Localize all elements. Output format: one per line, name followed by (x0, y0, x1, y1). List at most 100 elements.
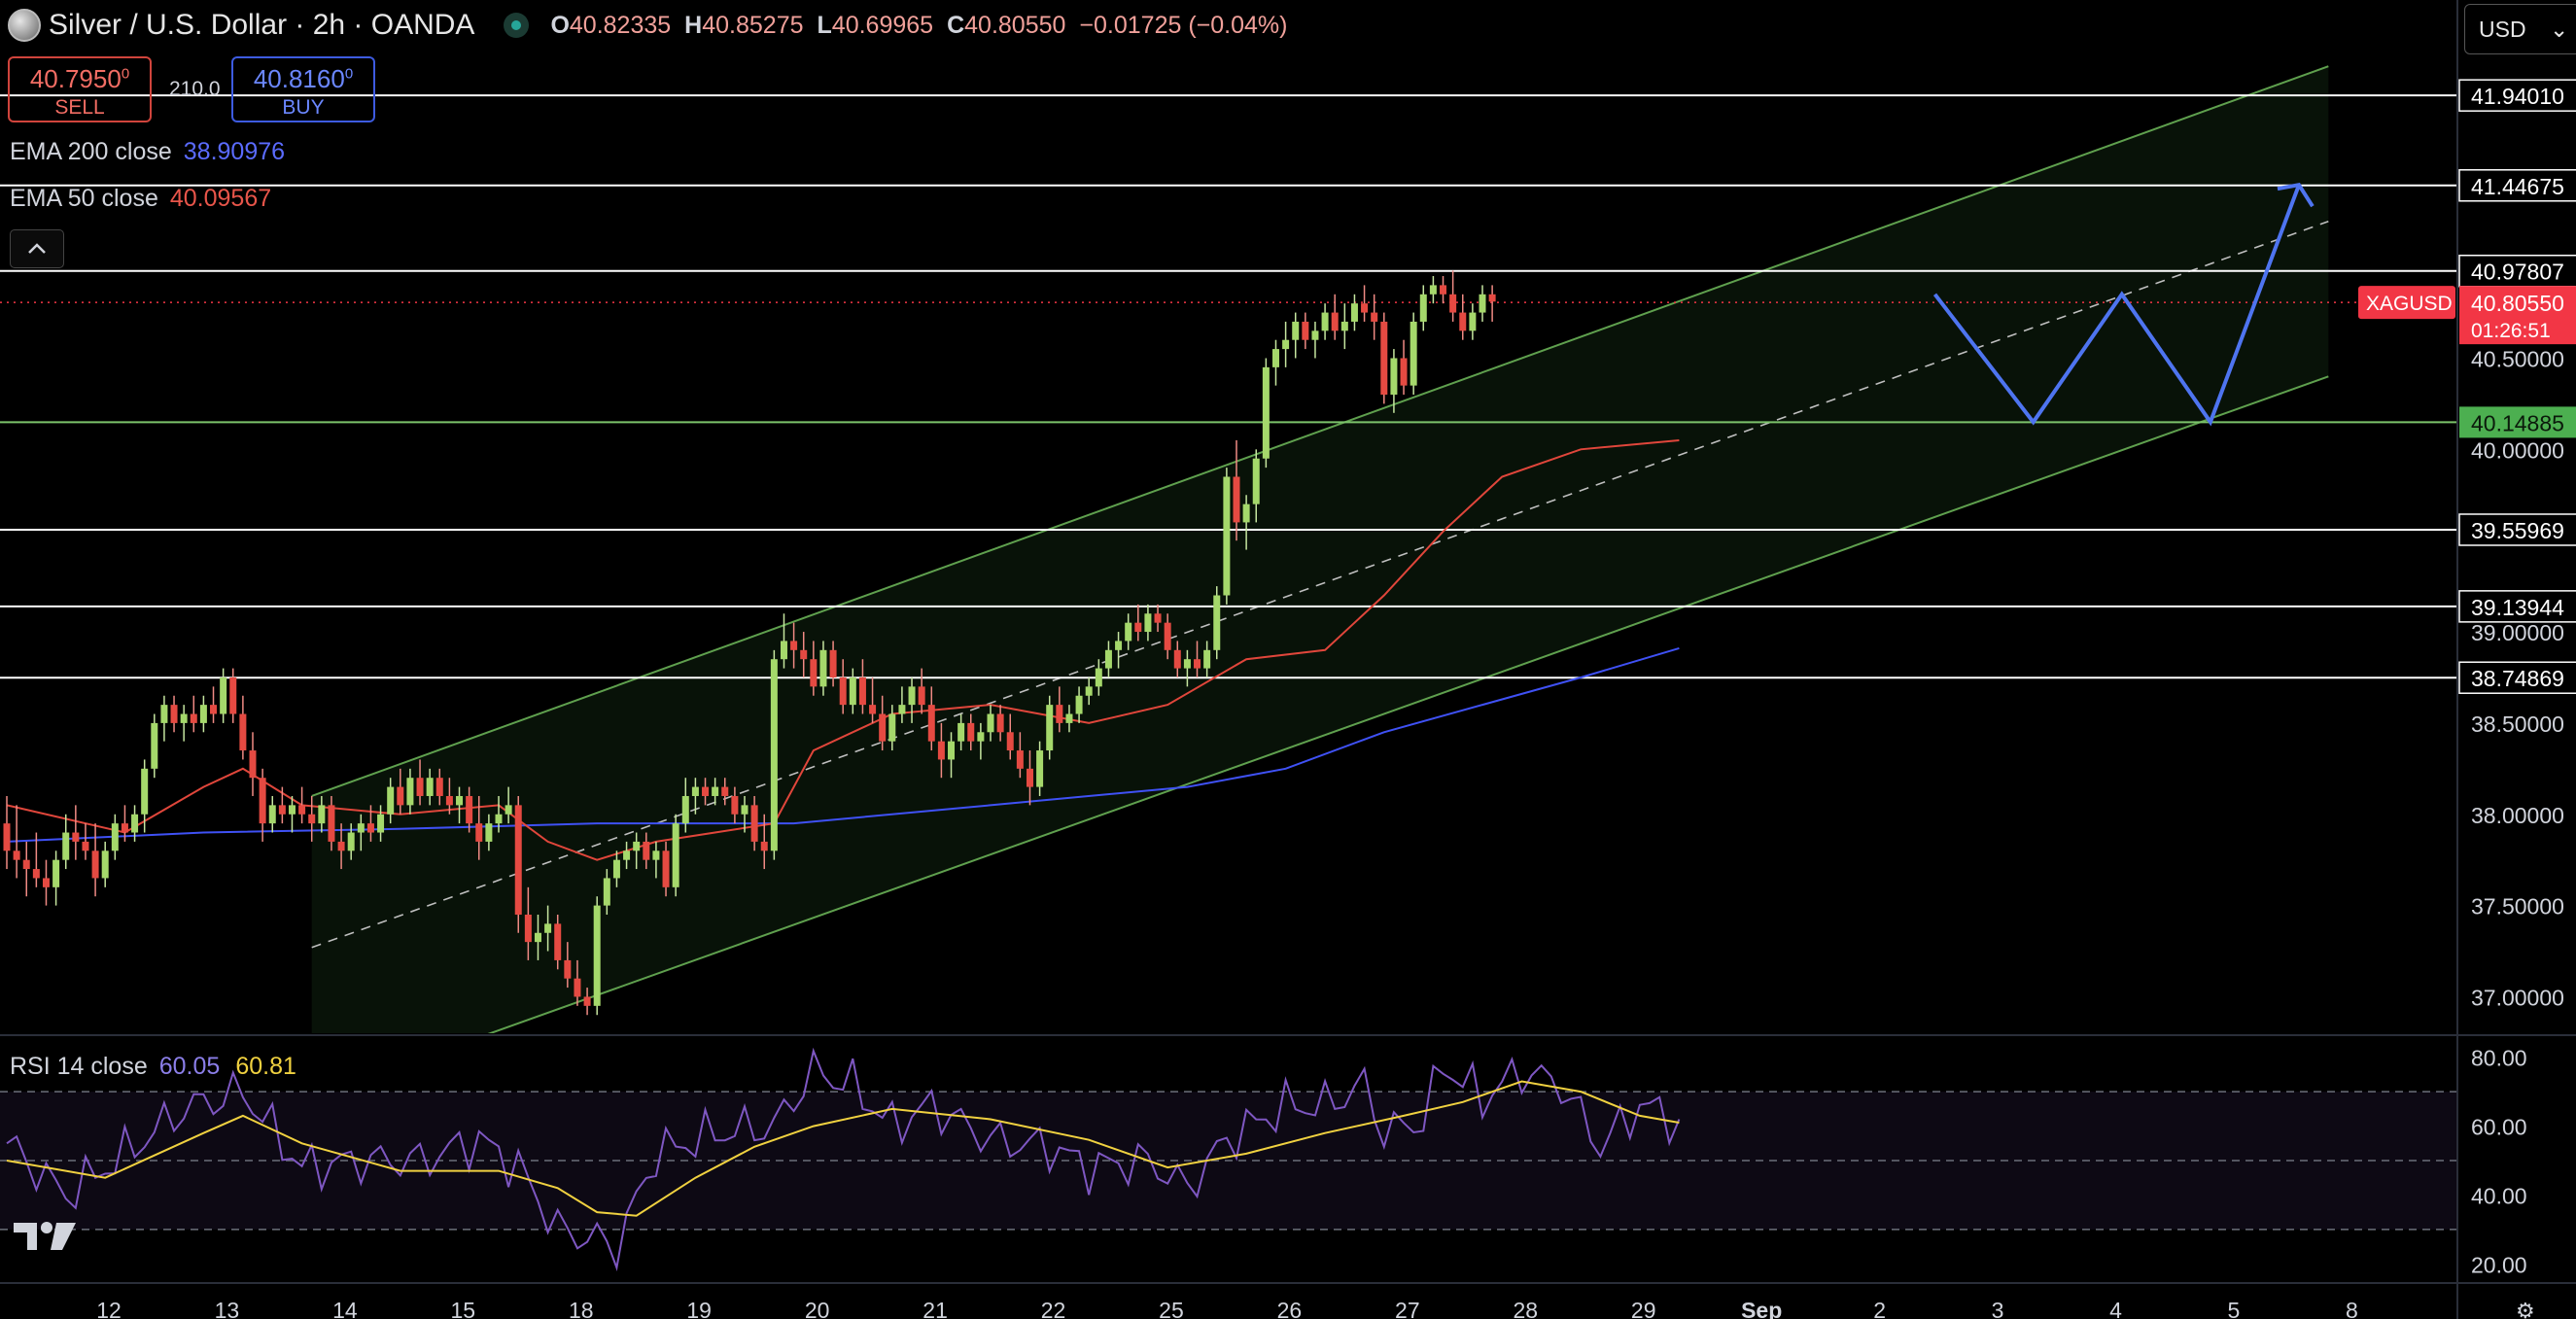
candle-body (1400, 358, 1408, 386)
candle-body (1233, 476, 1240, 523)
candle-body (52, 859, 60, 887)
sell-button[interactable]: 40.79500 SELL (8, 56, 152, 122)
candle-body (1459, 312, 1467, 331)
time-tick-label: 5 (2228, 1298, 2241, 1319)
gear-icon[interactable]: ⚙ (2516, 1299, 2535, 1319)
buy-price: 40.8160 (253, 64, 345, 93)
candle-body (927, 705, 935, 742)
candle-body (574, 978, 581, 997)
level-label: 39.13944 (2471, 595, 2564, 620)
regression-channel (311, 65, 2329, 1033)
candle-body (681, 795, 689, 824)
countdown-label: 01:26:51 (2471, 320, 2551, 342)
candle-body (82, 841, 89, 851)
candle-body (1026, 768, 1033, 787)
candle-body (239, 713, 247, 751)
candle-body (42, 878, 50, 887)
time-tick-label: 21 (922, 1298, 948, 1319)
rsi-legend[interactable]: RSI 14 close 60.05 60.81 (10, 1053, 296, 1081)
candle-body (1213, 595, 1221, 650)
candle-body (879, 713, 887, 742)
buy-price-sup: 0 (344, 65, 354, 83)
candle-body (347, 832, 355, 851)
silver-symbol-icon (8, 9, 41, 42)
tradingview-logo[interactable] (12, 1217, 80, 1256)
rsi-ma-value: 60.81 (235, 1053, 296, 1080)
ema50-legend[interactable]: EMA 50 close 40.09567 (10, 185, 271, 213)
time-tick-label: 29 (1631, 1298, 1656, 1319)
ema50-value: 40.09567 (169, 185, 272, 212)
candle-body (514, 805, 522, 915)
candle-body (829, 649, 837, 677)
candle-body (1164, 622, 1171, 650)
candle-body (691, 786, 699, 796)
candle-body (72, 832, 80, 842)
chart-header: Silver / U.S. Dollar · 2h · OANDA O40.82… (0, 0, 1301, 51)
time-axis: 12 13 14 15 18 19 20 21 22 25 26 27 28 29 Sep 2 3 4 5 8 (96, 1298, 2358, 1319)
candle-body (1419, 294, 1427, 322)
candle-body (839, 677, 847, 706)
candle-body (377, 814, 385, 833)
time-tick-label: 15 (451, 1298, 476, 1319)
candle-body (210, 705, 218, 714)
candle-body (524, 914, 532, 943)
candle-body (1350, 303, 1358, 322)
candle-body (308, 814, 316, 824)
candle-body (505, 805, 512, 815)
candle-body (849, 677, 856, 706)
market-status-icon[interactable] (504, 13, 530, 38)
candle-body (1036, 750, 1044, 787)
price-chart[interactable]: 37.00000 37.50000 38.00000 38.50000 39.00000… (0, 0, 2576, 1319)
candle-body (121, 823, 128, 833)
candle-body (1449, 294, 1457, 313)
low-label: L (817, 11, 832, 39)
candle-body (1380, 321, 1388, 396)
last-price-label: 40.80550 (2471, 291, 2564, 316)
candle-body (987, 713, 994, 733)
ema200-legend[interactable]: EMA 200 close 38.90976 (10, 138, 285, 166)
candle-body (750, 805, 758, 842)
time-tick-label: 8 (2346, 1298, 2358, 1319)
chevron-up-icon (26, 236, 48, 261)
price-tick-label: 37.00000 (2471, 985, 2564, 1010)
price-tick-label: 40.50000 (2471, 346, 2564, 371)
currency-value: USD (2479, 17, 2526, 42)
candle-body (1271, 349, 1279, 367)
buy-button[interactable]: 40.81600 BUY (231, 56, 375, 122)
candle-body (712, 786, 719, 796)
change-value: −0.01725 (−0.04%) (1079, 11, 1288, 39)
currency-select[interactable]: USD ⌄ (2464, 4, 2576, 54)
candle-body (1340, 321, 1348, 331)
level-label: 40.14885 (2471, 410, 2564, 435)
candle-body (593, 905, 601, 1006)
close-label: C (947, 11, 965, 39)
symbol-title[interactable]: Silver / U.S. Dollar · 2h · OANDA (49, 9, 474, 42)
spread-value: 210.0 (169, 78, 221, 100)
candle-body (199, 705, 207, 723)
low-value: 40.69965 (831, 11, 934, 39)
candle-body (1115, 641, 1123, 650)
ohlc-values: O40.82335 H40.85275 L40.69965 C40.80550 −0.0… (550, 12, 1301, 40)
level-label: 41.44675 (2471, 174, 2564, 199)
candle-body (1242, 503, 1250, 523)
chevron-down-icon: ⌄ (2549, 17, 2569, 42)
candle-body (249, 750, 257, 779)
candle-body (1194, 659, 1201, 669)
candle-body (1134, 622, 1142, 633)
rsi-tick-label: 40.00 (2471, 1183, 2527, 1208)
candle-body (1440, 285, 1447, 295)
buy-label: BUY (282, 96, 325, 119)
candle-body (1361, 303, 1369, 313)
candle-body (1302, 321, 1309, 340)
candle-body (1331, 312, 1339, 331)
time-tick-label: 20 (805, 1298, 830, 1319)
candle-body (91, 850, 99, 879)
candle-body (259, 778, 266, 824)
candle-body (22, 859, 30, 870)
close-value: 40.80550 (964, 11, 1066, 39)
candle-body (731, 795, 739, 815)
time-tick-label: 28 (1513, 1298, 1538, 1319)
collapse-legend-button[interactable] (10, 229, 64, 268)
candle-body (1252, 458, 1260, 504)
candle-body (1183, 659, 1191, 669)
